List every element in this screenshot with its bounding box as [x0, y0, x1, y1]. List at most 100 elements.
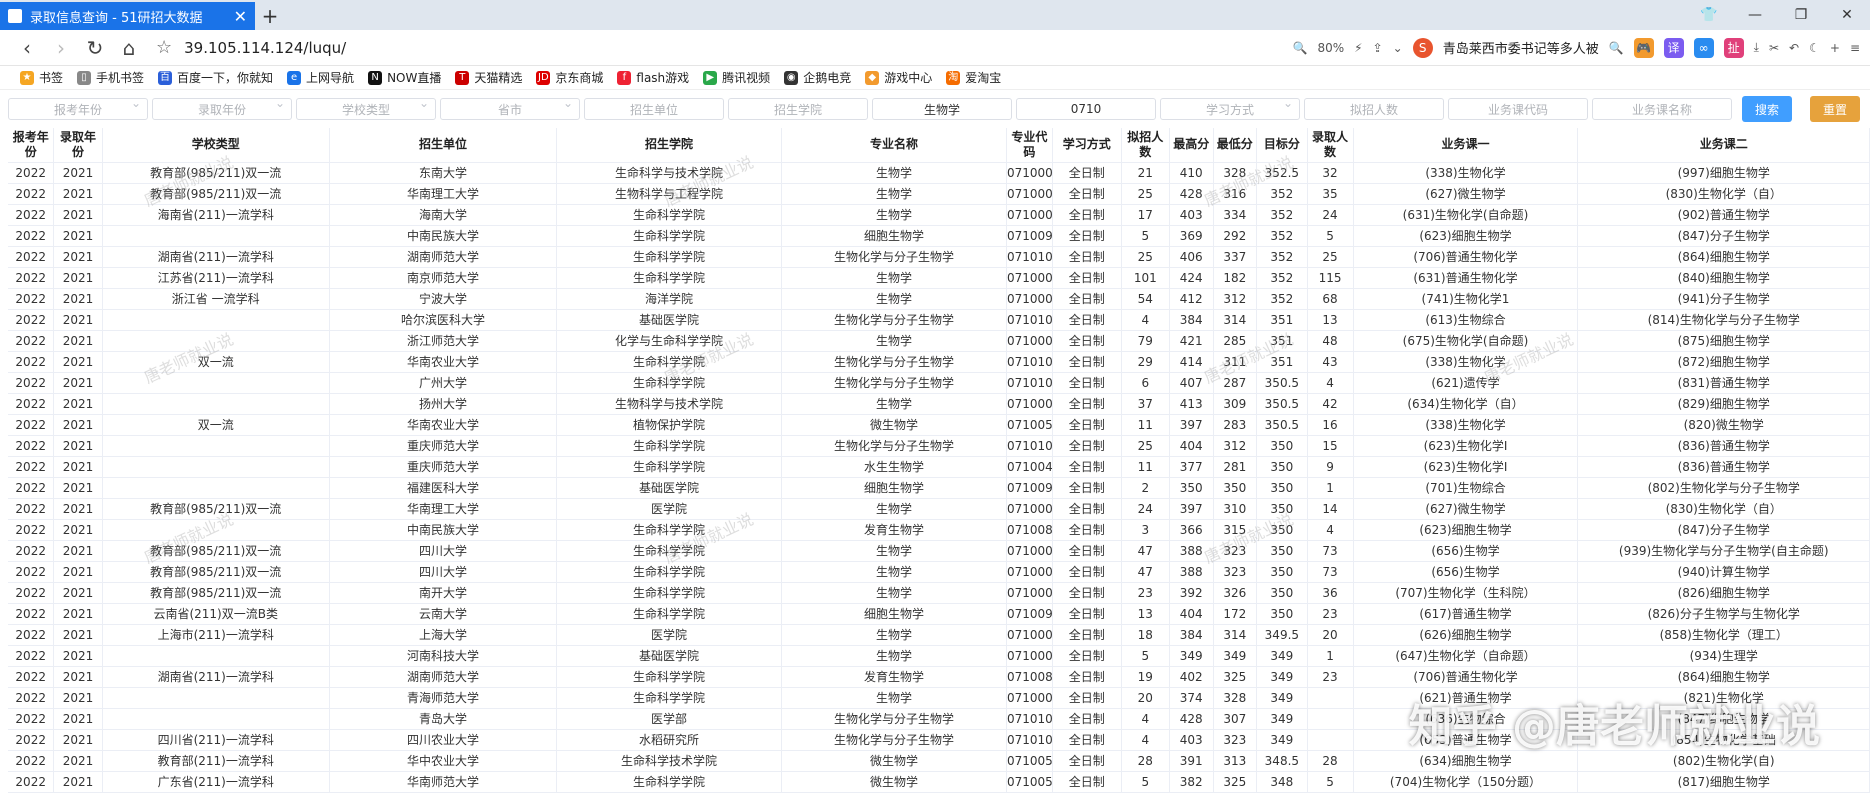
bookmark-item[interactable]: f flash游戏 — [617, 69, 689, 86]
table-cell — [102, 393, 330, 415]
table-cell: 化学与生命科学学院 — [556, 330, 782, 352]
major-input[interactable]: 生物学 — [872, 98, 1012, 120]
bookmark-item[interactable]: e 上网导航 — [287, 69, 354, 86]
forward-button[interactable]: › — [44, 33, 78, 63]
table-cell: 309 — [1213, 393, 1258, 415]
table-cell: 全日制 — [1052, 729, 1122, 751]
bookmark-item[interactable]: N NOW直播 — [368, 69, 441, 86]
plan-input[interactable]: 拟招人数 — [1304, 98, 1444, 120]
bookmark-item[interactable]: 百百度一下，你就知 — [158, 69, 273, 86]
undo-icon[interactable]: ↶ — [1789, 41, 1799, 55]
course-code-input[interactable]: 业务课代码 — [1448, 98, 1588, 120]
table-cell: 4 — [1307, 372, 1354, 394]
bookmark-item[interactable]: ▶ 腾讯视频 — [703, 69, 770, 86]
table-row: 2022 2021 双一流 华南农业大学 植物保护学院 微生物学 071005 全日制 11 39… — [8, 414, 1870, 436]
table-cell: 13 — [1307, 309, 1354, 331]
table-cell: 350 — [1256, 477, 1308, 499]
new-tab-button[interactable]: + — [255, 2, 285, 30]
add-icon[interactable]: + — [1830, 41, 1840, 55]
course-name-input[interactable]: 业务课名称 — [1592, 98, 1732, 120]
table-cell — [102, 477, 330, 499]
search-icon[interactable]: 🔍 — [1609, 41, 1624, 55]
table-cell: 4 — [1121, 309, 1170, 331]
table-cell: 生命科学学院 — [556, 435, 782, 457]
table-cell: (872)细胞生物学 — [1577, 351, 1870, 373]
lightning-icon[interactable]: ⚡ — [1354, 41, 1362, 55]
close-tab-icon[interactable]: ✕ — [234, 7, 247, 26]
scissors-icon[interactable]: ✂ — [1769, 41, 1779, 55]
browser-tab[interactable]: 录取信息查询 - 51研招大数据 ✕ — [0, 2, 255, 30]
table-cell: 全日制 — [1052, 309, 1122, 331]
address-bar[interactable]: ☆ 39.105.114.124/luqu/ — [156, 37, 936, 58]
table-cell: (626)细胞生物学 — [1353, 624, 1579, 646]
table-cell: 生物学 — [781, 204, 1007, 226]
search-button[interactable]: 搜索 — [1742, 96, 1792, 122]
search-engine-icon[interactable]: S — [1412, 37, 1433, 58]
table-cell: 323 — [1213, 729, 1258, 751]
table-cell: 350.5 — [1256, 414, 1308, 436]
table-cell: 浙江省 一流学科 — [102, 288, 330, 310]
admit-year-select[interactable]: 录取年份 — [152, 96, 292, 120]
menu-icon[interactable]: ≡ — [1850, 41, 1860, 55]
bookmark-star-icon[interactable]: ☆ — [156, 37, 172, 58]
table-cell: (636)生物综合 — [1353, 708, 1579, 730]
school-type-select[interactable]: 学校类型 — [296, 96, 436, 120]
zoom-icon[interactable]: 🔍 — [1293, 41, 1308, 55]
tab-title: 录取信息查询 - 51研招大数据 — [30, 10, 203, 26]
bookmark-item[interactable]: ▯ 手机书签 — [77, 69, 144, 86]
bookmark-item[interactable]: ◆ 游戏中心 — [865, 69, 932, 86]
dropdown-icon[interactable]: ⌄ — [1393, 41, 1403, 55]
table-cell: 25 — [1121, 183, 1170, 205]
jd-icon: JD — [536, 70, 551, 85]
province-select[interactable]: 省市 — [440, 96, 580, 120]
bookmark-item[interactable]: ★ 书签 — [20, 69, 63, 86]
bookmark-item[interactable]: JD 京东商城 — [536, 69, 603, 86]
now-icon: N — [368, 70, 383, 85]
hot-search-text[interactable]: 青岛莱西市委书记等多人被 — [1443, 38, 1599, 57]
table-cell: 2021 — [53, 561, 103, 583]
table-cell — [102, 456, 330, 478]
bookmark-item[interactable]: 淘爱淘宝 — [946, 69, 1001, 86]
exam-year-select[interactable]: 报考年份 — [8, 96, 148, 120]
reset-button[interactable]: 重置 — [1810, 96, 1860, 122]
back-button[interactable]: ‹ — [10, 33, 44, 63]
bookmark-item[interactable]: ◉ 企鹅电竞 — [784, 69, 851, 86]
bookmark-label: 企鹅电竞 — [803, 71, 852, 85]
table-cell: 2022 — [8, 393, 55, 415]
table-cell: 微生物学 — [781, 750, 1007, 772]
minimize-button[interactable]: — — [1732, 0, 1778, 30]
table-cell: 华南农业大学 — [329, 351, 558, 373]
app-icon[interactable]: 扯 — [1723, 37, 1744, 58]
table-cell: 285 — [1213, 330, 1258, 352]
table-cell: 微生物学 — [781, 771, 1007, 793]
download-icon[interactable]: ⤓ — [1754, 40, 1759, 55]
study-mode-select[interactable]: 学习方式 — [1160, 96, 1300, 120]
table-cell: 2022 — [8, 414, 55, 436]
college-input[interactable]: 招生学院 — [728, 98, 868, 120]
reload-button[interactable]: ↻ — [78, 33, 112, 63]
home-button[interactable]: ⌂ — [112, 33, 146, 63]
zoom-level[interactable]: 80% — [1317, 41, 1344, 55]
table-cell: (706)普通生物化学 — [1353, 666, 1579, 688]
table-cell: 生命科学学院 — [556, 540, 782, 562]
close-window-button[interactable]: ✕ — [1824, 0, 1870, 30]
game-icon[interactable]: 🎮 — [1633, 37, 1654, 58]
table-cell: 406 — [1169, 246, 1214, 268]
unit-input[interactable]: 招生单位 — [584, 98, 724, 120]
table-cell: (675)生物化学(自命题) — [1353, 330, 1579, 352]
translate-icon[interactable]: 译 — [1663, 37, 1684, 58]
table-cell: 349 — [1256, 729, 1308, 751]
bookmark-item[interactable]: T 天猫精选 — [455, 69, 522, 86]
dark-mode-icon[interactable]: ☾ — [1809, 41, 1820, 55]
table-row: 2022 2021 中南民族大学 生命科学学院 发育生物学 071008 全日制 3 366 31… — [8, 519, 1870, 541]
infinity-icon[interactable]: ∞ — [1693, 37, 1714, 58]
table-cell: 374 — [1169, 687, 1214, 709]
share-icon[interactable]: ⇪ — [1373, 41, 1383, 55]
table-cell — [1307, 729, 1354, 751]
code-input[interactable]: 0710 — [1016, 98, 1156, 120]
restore-button[interactable]: ❐ — [1778, 0, 1824, 30]
table-cell: 424 — [1169, 267, 1214, 289]
table-cell: 2022 — [8, 372, 55, 394]
shirt-icon[interactable]: 👕 — [1686, 0, 1732, 30]
column-header: 录取人数 — [1307, 128, 1354, 163]
